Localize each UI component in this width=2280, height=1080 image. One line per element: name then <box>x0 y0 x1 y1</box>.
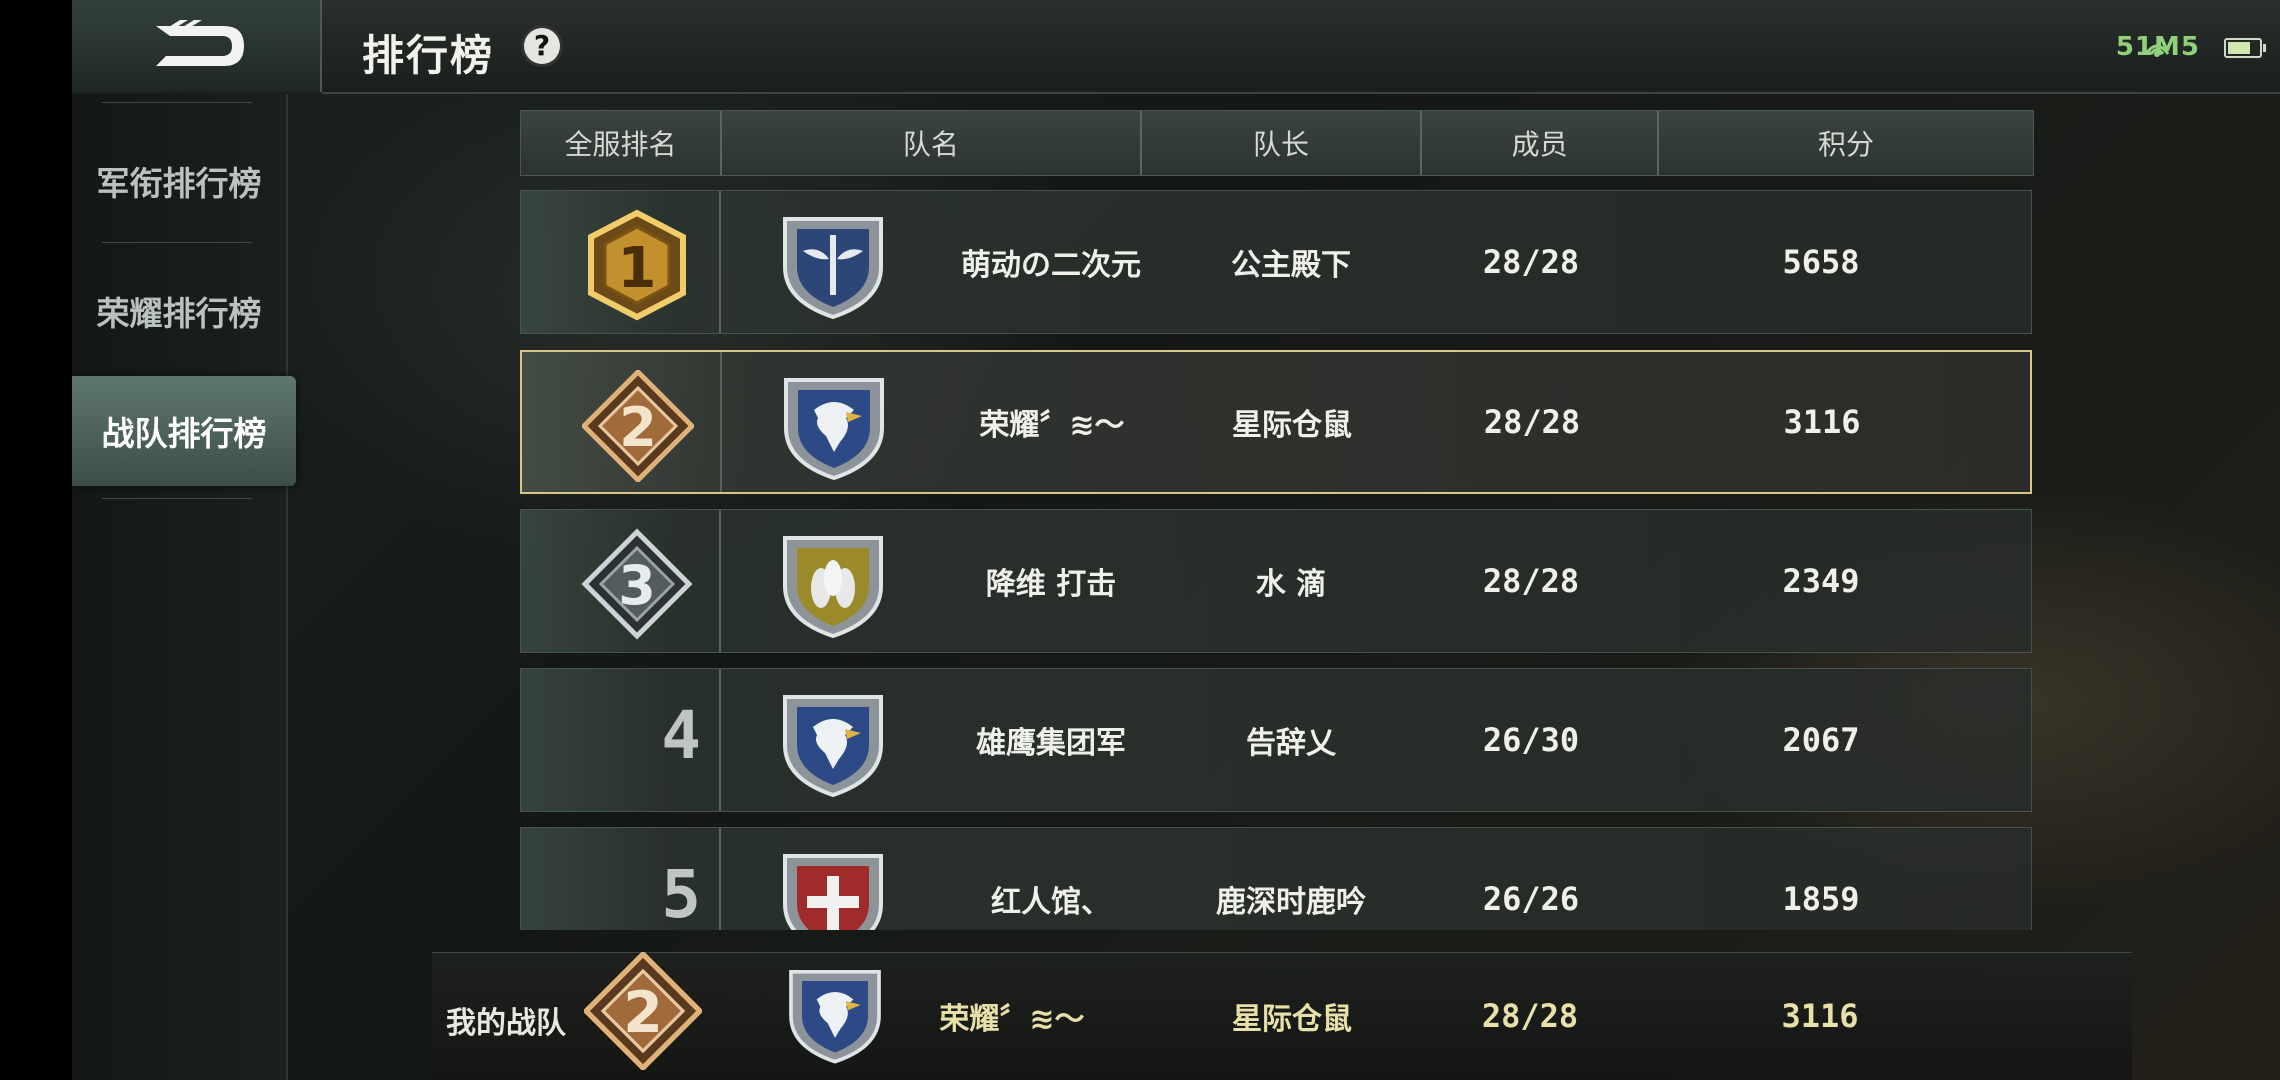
divider <box>719 828 721 930</box>
rank-number: 1 <box>618 236 657 301</box>
divider <box>719 191 721 333</box>
bronze-rank-medal-icon: 2 <box>582 370 694 482</box>
eagle-emblem-icon <box>784 378 884 481</box>
sword-wings-emblem-icon <box>783 217 883 320</box>
my-team-name: 荣耀〞≋〜 <box>939 1002 1085 1037</box>
table-row[interactable]: 2 荣耀〞≋〜 星际仓鼠 28/28 3116 <box>520 350 2032 494</box>
bombs-emblem-icon <box>783 536 883 639</box>
rank-number: 4 <box>661 697 701 774</box>
member-count: 28/28 <box>1482 243 1580 281</box>
rank-number: 2 <box>619 396 657 459</box>
my-score: 3116 <box>1781 997 1859 1035</box>
bronze-rank-medal-icon: 2 <box>584 952 702 1070</box>
rank-number: 3 <box>618 554 656 617</box>
table-row[interactable]: 3 降维 打击 水 滴 28/28 2349 <box>520 509 2032 653</box>
silver-rank-medal-icon: 3 <box>581 528 693 640</box>
member-count: 28/28 <box>1483 403 1581 441</box>
divider <box>719 669 721 811</box>
score: 2349 <box>1782 562 1860 600</box>
game-screen: 排行榜 ? 51M5 军衔排行榜 荣耀排行榜 战队排行榜 全服排名 队名 队长 … <box>72 0 2280 1080</box>
divider <box>719 510 721 652</box>
rank-number: 5 <box>661 856 701 930</box>
red-cross-emblem-icon <box>783 854 883 930</box>
divider <box>720 352 722 492</box>
score: 3116 <box>1783 403 1861 441</box>
member-count: 26/26 <box>1482 880 1580 918</box>
table-row[interactable]: 4 雄鹰集团军 告辞乂 26/30 2067 <box>520 668 2032 812</box>
rank-number: 2 <box>623 980 663 1046</box>
member-count: 28/28 <box>1482 562 1580 600</box>
score: 2067 <box>1782 721 1860 759</box>
my-team-label: 我的战队 <box>446 1006 566 1041</box>
my-member-count: 28/28 <box>1481 997 1579 1035</box>
table-row[interactable]: 5 红人馆、 鹿深时鹿吟 26/26 1859 <box>520 827 2032 930</box>
score: 1859 <box>1782 880 1860 918</box>
eagle-emblem-icon <box>783 695 883 798</box>
leaderboard-list[interactable]: 1 萌动の二次元 公主殿下 28/28 5658 2 荣耀〞≋〜 星际仓鼠 28… <box>72 0 2280 930</box>
gold-rank-medal-icon: 1 <box>588 209 686 321</box>
member-count: 26/30 <box>1482 721 1580 759</box>
score: 5658 <box>1782 243 1860 281</box>
table-row[interactable]: 1 萌动の二次元 公主殿下 28/28 5658 <box>520 190 2032 334</box>
